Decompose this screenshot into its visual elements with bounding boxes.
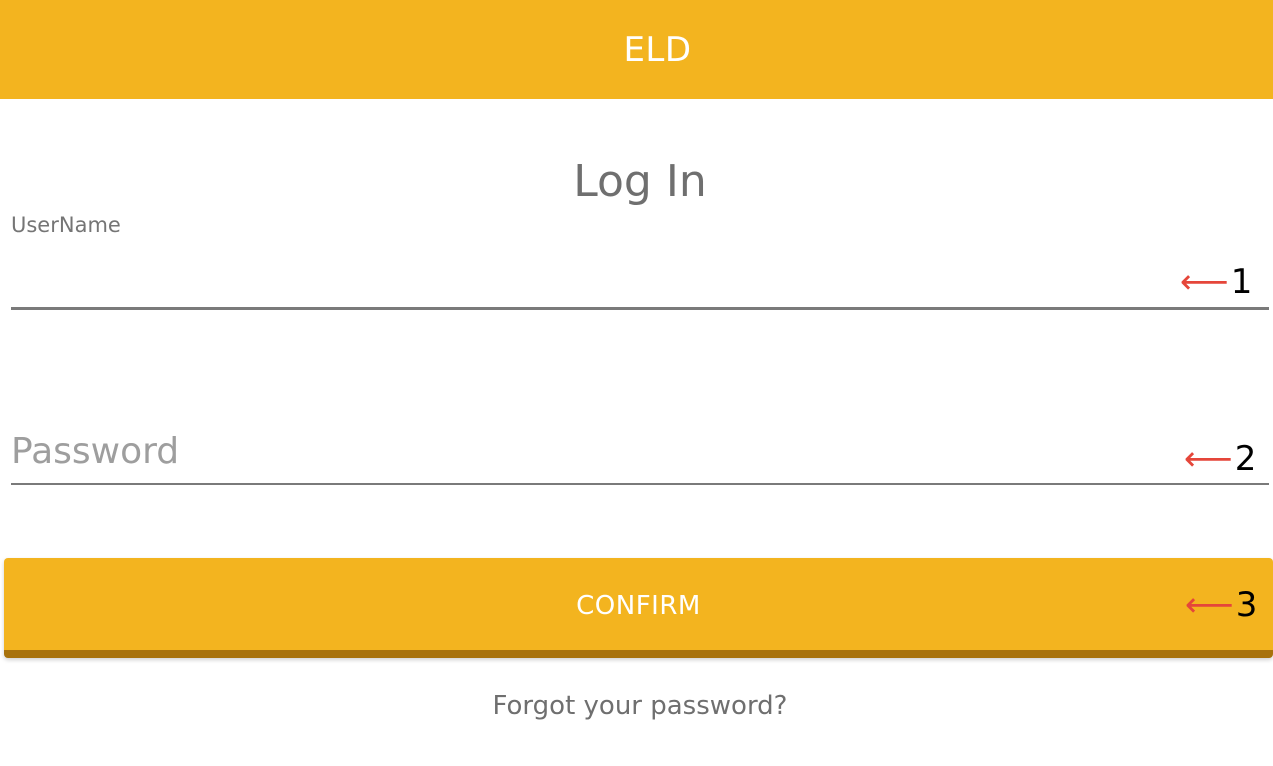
app-title: ELD [623, 29, 692, 70]
annotation-3: ⟵ 3 [1185, 588, 1257, 622]
annotation-2: ⟵ 2 [1184, 442, 1256, 476]
annotation-number: 3 [1235, 585, 1258, 625]
app-bar: ELD [0, 0, 1273, 99]
page-title: Log In [573, 156, 707, 207]
confirm-button[interactable]: CONFIRM [4, 558, 1273, 658]
left-arrow-icon: ⟵ [1185, 585, 1234, 625]
left-arrow-icon: ⟵ [1184, 439, 1233, 479]
username-label: UserName [11, 213, 121, 237]
annotation-1: ⟵ 1 [1180, 265, 1252, 299]
annotation-number: 1 [1230, 262, 1253, 302]
forgot-password-link[interactable]: Forgot your password? [0, 691, 1273, 721]
password-input[interactable] [11, 420, 1269, 485]
username-input[interactable] [11, 252, 1269, 310]
annotation-number: 2 [1234, 439, 1257, 479]
left-arrow-icon: ⟵ [1180, 262, 1229, 302]
